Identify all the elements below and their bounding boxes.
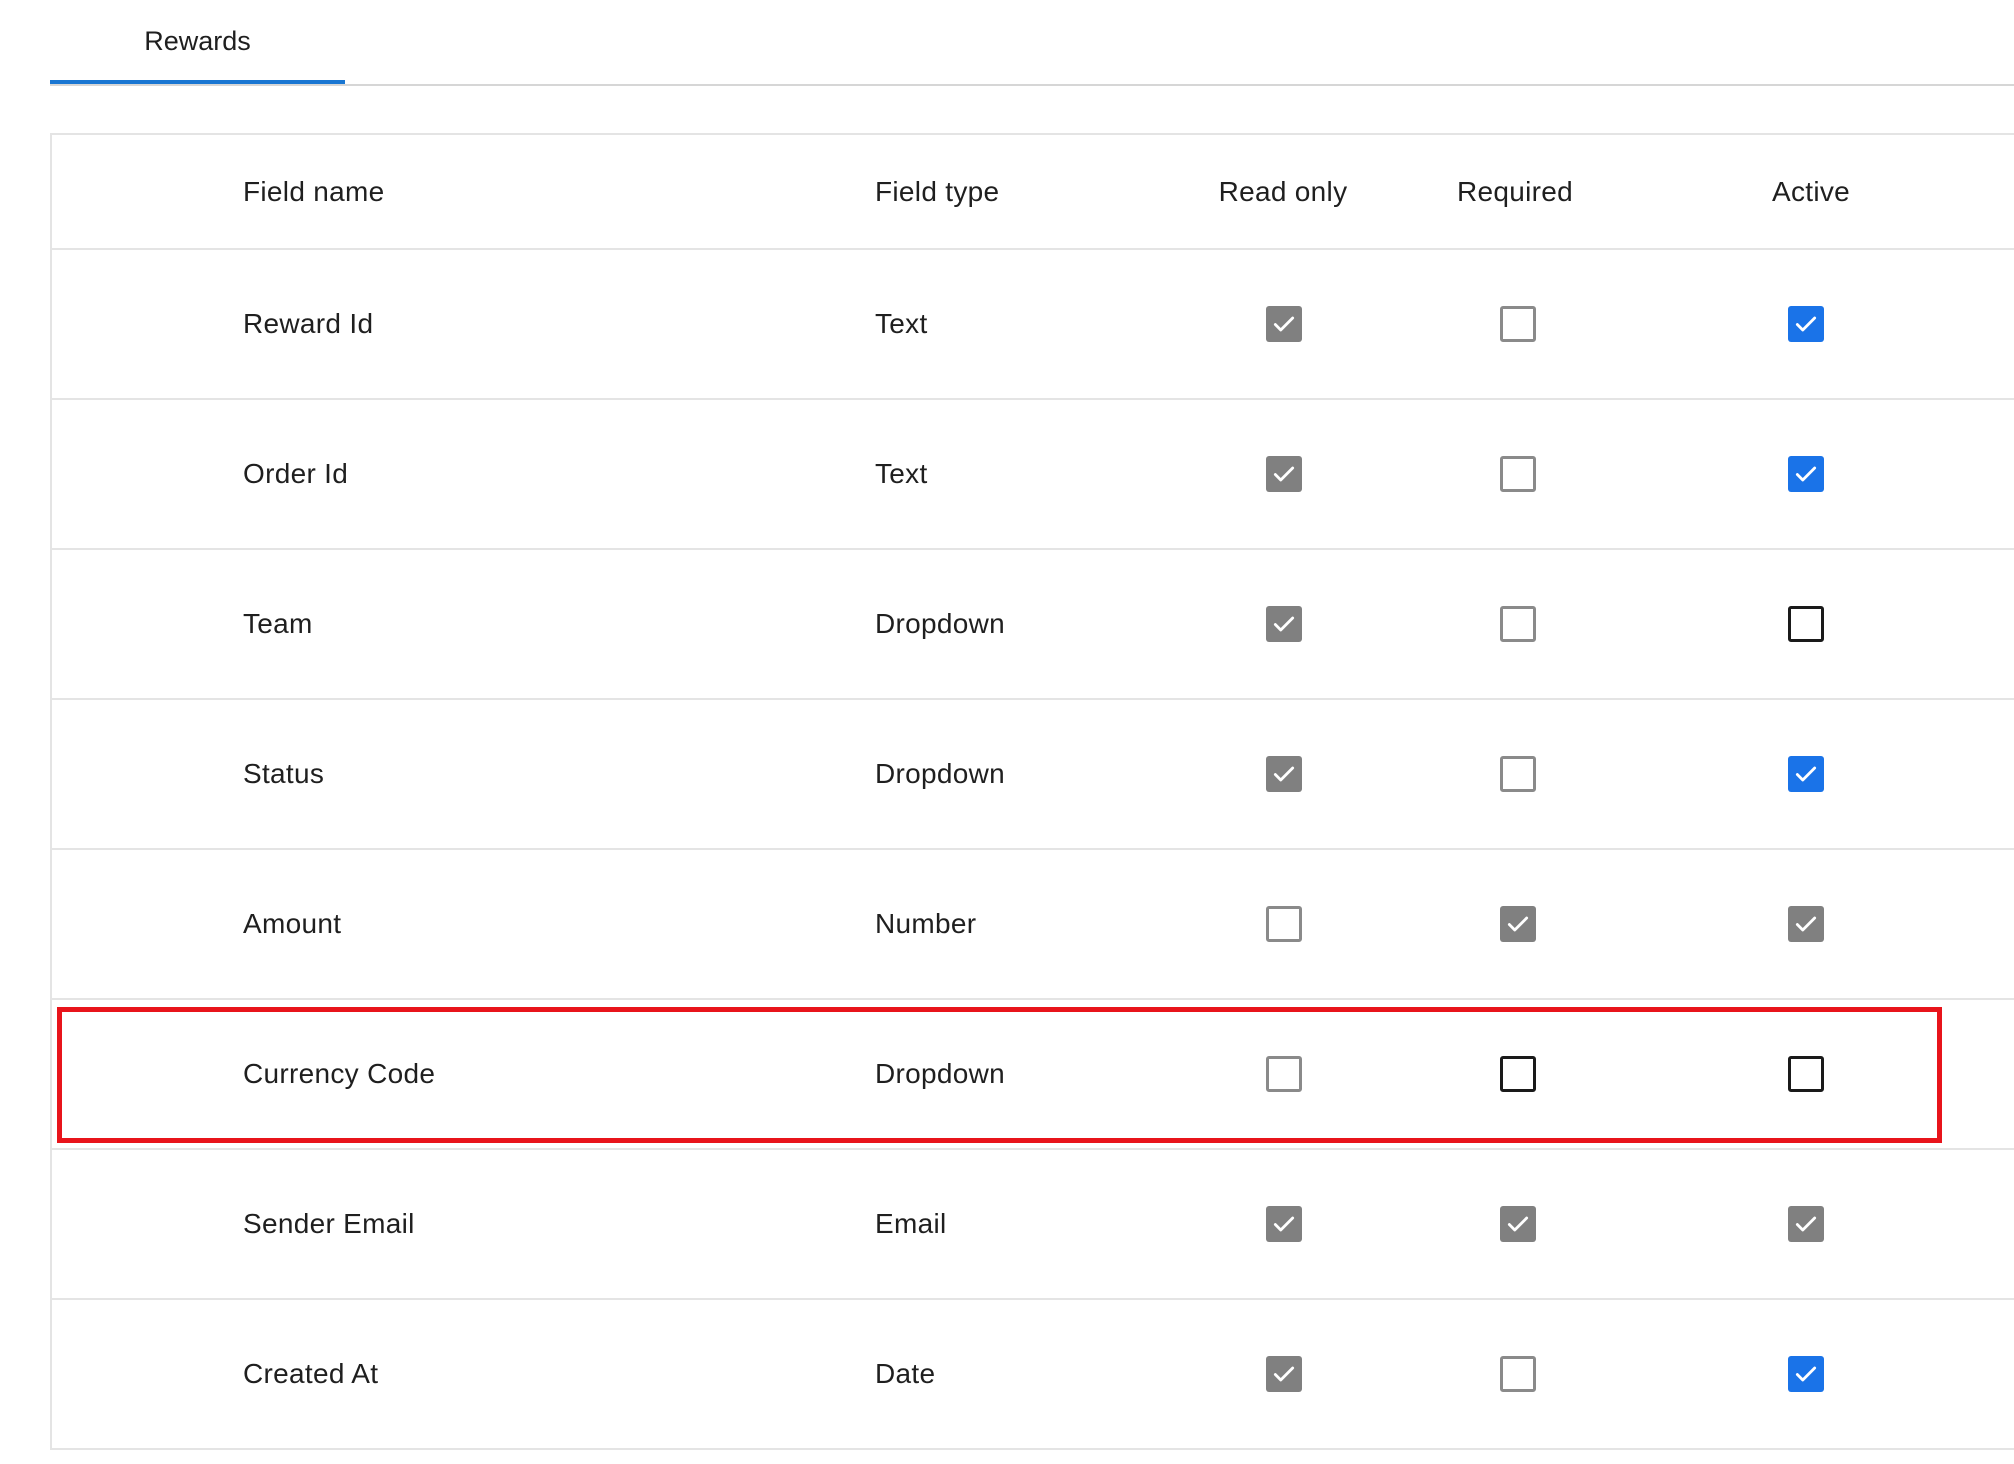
table-row: Status Dropdown xyxy=(52,700,2014,850)
fields-table: Field name Field type Read only Required… xyxy=(50,133,2014,1450)
header-required: Required xyxy=(1456,175,1574,207)
read-only-checkbox-cell xyxy=(1266,1000,1302,1148)
read-only-checkbox[interactable] xyxy=(1266,1356,1302,1392)
table-row: Created At Date xyxy=(52,1300,2014,1450)
field-type-cell: Text xyxy=(875,308,928,339)
header-field-type: Field type xyxy=(875,175,1000,207)
tab-bar: Rewards xyxy=(50,0,2014,86)
required-checkbox[interactable] xyxy=(1500,306,1536,342)
table-row: Team Dropdown xyxy=(52,550,2014,700)
field-type-cell: Date xyxy=(875,1358,936,1389)
required-checkbox-cell xyxy=(1500,550,1536,698)
read-only-checkbox-cell xyxy=(1266,550,1302,698)
active-checkbox[interactable] xyxy=(1788,456,1824,492)
read-only-checkbox-cell xyxy=(1266,250,1302,398)
read-only-checkbox[interactable] xyxy=(1266,906,1302,942)
field-name-cell: Reward Id xyxy=(243,308,374,339)
field-name-cell: Currency Code xyxy=(243,1058,436,1089)
required-checkbox-cell xyxy=(1500,1000,1536,1148)
header-active: Active xyxy=(1771,175,1851,207)
table-row: Currency Code Dropdown xyxy=(52,1000,2014,1150)
read-only-checkbox[interactable] xyxy=(1266,1206,1302,1242)
required-checkbox-cell xyxy=(1500,250,1536,398)
table-row: Sender Email Email xyxy=(52,1150,2014,1300)
field-type-cell: Number xyxy=(875,908,977,939)
read-only-checkbox[interactable] xyxy=(1266,756,1302,792)
read-only-checkbox-cell xyxy=(1266,1300,1302,1448)
required-checkbox[interactable] xyxy=(1500,906,1536,942)
required-checkbox[interactable] xyxy=(1500,1056,1536,1092)
field-type-cell: Email xyxy=(875,1208,947,1239)
active-checkbox-cell xyxy=(1788,1150,1824,1298)
required-checkbox[interactable] xyxy=(1500,1356,1536,1392)
required-checkbox[interactable] xyxy=(1500,756,1536,792)
required-checkbox-cell xyxy=(1500,700,1536,848)
active-checkbox-cell xyxy=(1788,550,1824,698)
read-only-checkbox[interactable] xyxy=(1266,456,1302,492)
active-checkbox[interactable] xyxy=(1788,1206,1824,1242)
active-checkbox-cell xyxy=(1788,1300,1824,1448)
active-checkbox[interactable] xyxy=(1788,906,1824,942)
read-only-checkbox-cell xyxy=(1266,1150,1302,1298)
required-checkbox[interactable] xyxy=(1500,1206,1536,1242)
read-only-checkbox-cell xyxy=(1266,400,1302,548)
active-checkbox-cell xyxy=(1788,250,1824,398)
field-name-cell: Sender Email xyxy=(243,1208,415,1239)
read-only-checkbox[interactable] xyxy=(1266,306,1302,342)
required-checkbox-cell xyxy=(1500,850,1536,998)
active-checkbox-cell xyxy=(1788,850,1824,998)
field-name-cell: Created At xyxy=(243,1358,379,1389)
field-type-cell: Dropdown xyxy=(875,758,1006,789)
required-checkbox[interactable] xyxy=(1500,606,1536,642)
active-checkbox[interactable] xyxy=(1788,306,1824,342)
field-name-cell: Team xyxy=(243,608,313,639)
tab-rewards[interactable]: Rewards xyxy=(50,0,345,84)
active-checkbox-cell xyxy=(1788,1000,1824,1148)
read-only-checkbox-cell xyxy=(1266,850,1302,998)
active-checkbox[interactable] xyxy=(1788,606,1824,642)
table-body: Reward Id Text Order Id Text Team Dropdown Sta… xyxy=(52,250,2014,1450)
active-checkbox-cell xyxy=(1788,700,1824,848)
field-type-cell: Text xyxy=(875,458,928,489)
header-read-only: Read only xyxy=(1218,175,1348,207)
active-checkbox-cell xyxy=(1788,400,1824,548)
field-type-cell: Dropdown xyxy=(875,608,1006,639)
required-checkbox-cell xyxy=(1500,1150,1536,1298)
active-checkbox[interactable] xyxy=(1788,756,1824,792)
required-checkbox-cell xyxy=(1500,400,1536,548)
read-only-checkbox[interactable] xyxy=(1266,1056,1302,1092)
field-name-cell: Amount xyxy=(243,908,342,939)
field-type-cell: Dropdown xyxy=(875,1058,1006,1089)
active-checkbox[interactable] xyxy=(1788,1356,1824,1392)
table-header-row: Field name Field type Read only Required… xyxy=(52,135,2014,250)
active-checkbox[interactable] xyxy=(1788,1056,1824,1092)
field-name-cell: Order Id xyxy=(243,458,349,489)
table-row: Reward Id Text xyxy=(52,250,2014,400)
read-only-checkbox[interactable] xyxy=(1266,606,1302,642)
table-row: Order Id Text xyxy=(52,400,2014,550)
field-name-cell: Status xyxy=(243,758,325,789)
read-only-checkbox-cell xyxy=(1266,700,1302,848)
table-row: Amount Number xyxy=(52,850,2014,1000)
required-checkbox-cell xyxy=(1500,1300,1536,1448)
required-checkbox[interactable] xyxy=(1500,456,1536,492)
header-field-name: Field name xyxy=(243,175,385,207)
